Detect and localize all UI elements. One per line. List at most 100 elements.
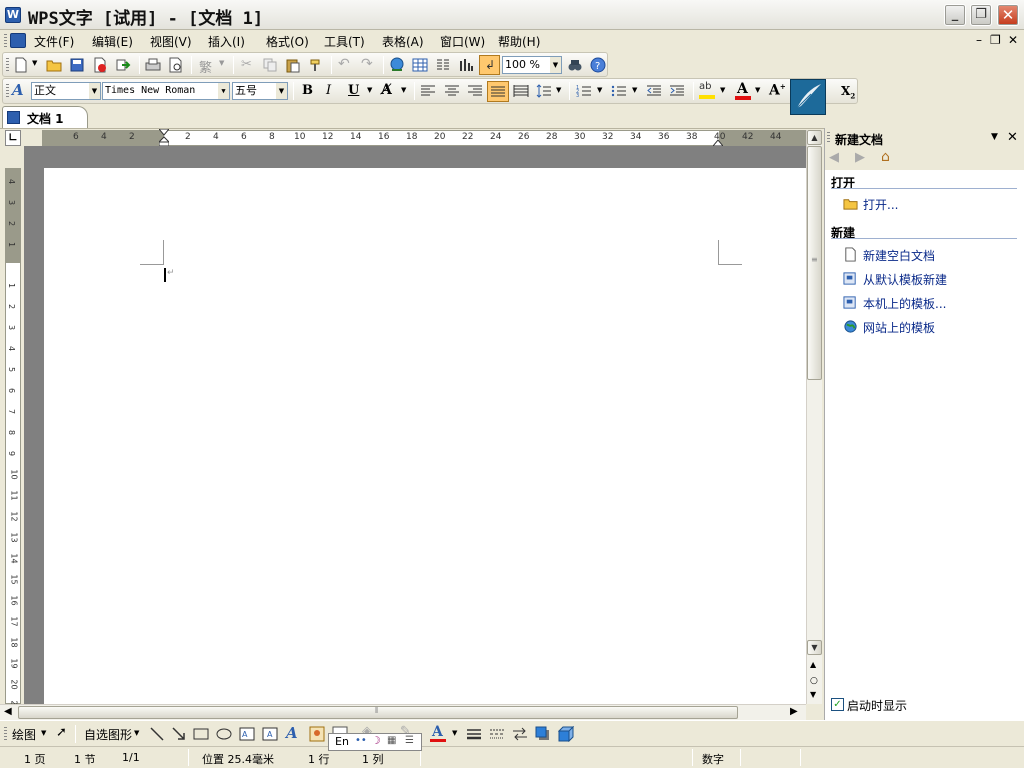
- chevron-down-icon[interactable]: ▼: [32, 59, 37, 67]
- menu-window[interactable]: 窗口(W): [440, 33, 485, 50]
- increase-indent-icon[interactable]: [669, 83, 685, 99]
- scroll-thumb[interactable]: ⦀: [18, 706, 738, 719]
- close-document-icon[interactable]: [92, 57, 108, 73]
- menu-table[interactable]: 表格(A): [382, 33, 424, 50]
- draw-menu-button[interactable]: 绘图: [12, 726, 36, 743]
- arrow-icon[interactable]: [171, 726, 187, 742]
- highlight-icon[interactable]: ab: [699, 81, 715, 100]
- format-painter-icon[interactable]: [308, 57, 324, 73]
- chevron-down-icon[interactable]: ▼: [597, 86, 602, 94]
- chevron-down-icon[interactable]: ▼: [556, 86, 561, 94]
- oval-icon[interactable]: [216, 726, 232, 742]
- open-folder-icon[interactable]: [46, 57, 62, 73]
- menu-format[interactable]: 格式(O): [266, 33, 309, 50]
- styles-icon[interactable]: A: [12, 81, 24, 99]
- chevron-down-icon[interactable]: ▼: [401, 86, 406, 94]
- back-icon[interactable]: ◀: [829, 150, 839, 165]
- scroll-thumb[interactable]: ≡: [807, 146, 822, 380]
- toolbar-grip[interactable]: [4, 727, 7, 741]
- ime-keyboard-icon[interactable]: ▦: [387, 735, 396, 746]
- text-box-icon[interactable]: A: [239, 726, 255, 742]
- font-size-dropdown[interactable]: 五号 ▼: [232, 82, 288, 100]
- vertical-text-box-icon[interactable]: A: [262, 726, 278, 742]
- home-icon[interactable]: ⌂: [881, 149, 890, 165]
- chevron-down-icon[interactable]: ▼: [41, 729, 46, 737]
- traditional-chinese-icon[interactable]: 繁: [199, 57, 212, 76]
- feather-logo-icon[interactable]: [790, 79, 826, 115]
- scroll-left-icon[interactable]: ◀: [4, 706, 12, 717]
- undo-icon[interactable]: ↶: [338, 56, 350, 72]
- autoshapes-button[interactable]: 自选图形: [84, 726, 132, 743]
- menu-help[interactable]: 帮助(H): [498, 33, 540, 50]
- font-color-icon[interactable]: A: [735, 81, 751, 101]
- menu-view[interactable]: 视图(V): [150, 33, 192, 50]
- bullets-icon[interactable]: [611, 83, 627, 99]
- menu-tools[interactable]: 工具(T): [324, 33, 365, 50]
- line-spacing-icon[interactable]: [536, 83, 552, 99]
- task-pane-menu-icon[interactable]: ▼: [991, 132, 998, 142]
- document-page[interactable]: ↵: [44, 168, 806, 704]
- shadow-icon[interactable]: [535, 726, 551, 742]
- close-button[interactable]: ✕: [997, 4, 1019, 26]
- toolbar-grip[interactable]: [6, 84, 9, 98]
- grow-font-icon[interactable]: A+: [769, 82, 786, 99]
- chevron-down-icon[interactable]: ▼: [218, 83, 229, 99]
- rectangle-icon[interactable]: [193, 726, 209, 742]
- dash-style-icon[interactable]: [489, 726, 505, 742]
- find-binoculars-icon[interactable]: [567, 57, 583, 73]
- ime-status-bar[interactable]: En •• ☽ ▦ ☰: [328, 733, 422, 751]
- subscript-icon[interactable]: X2: [841, 84, 855, 100]
- distributed-align-icon[interactable]: [513, 83, 529, 99]
- align-center-icon[interactable]: [444, 83, 460, 99]
- save-icon[interactable]: [69, 57, 85, 73]
- chevron-down-icon[interactable]: ▼: [755, 86, 760, 94]
- chevron-down-icon[interactable]: ▼: [452, 729, 457, 737]
- chevron-down-icon[interactable]: ▼: [276, 83, 287, 99]
- open-link[interactable]: 打开...: [863, 196, 898, 213]
- show-hide-marks-button[interactable]: ↲: [479, 55, 500, 75]
- task-pane-close-icon[interactable]: ✕: [1007, 130, 1018, 145]
- web-templates-link[interactable]: 网站上的模板: [863, 319, 935, 336]
- cut-icon[interactable]: ✂: [241, 57, 252, 72]
- redo-icon[interactable]: ↷: [361, 56, 373, 72]
- next-page-icon[interactable]: ▼: [810, 690, 816, 699]
- minimize-button[interactable]: _: [944, 4, 966, 26]
- clipart-icon[interactable]: [309, 726, 325, 742]
- scroll-right-icon[interactable]: ▶: [790, 706, 798, 717]
- doc-restore-icon[interactable]: ❐: [990, 33, 1001, 47]
- chevron-down-icon[interactable]: ▼: [89, 83, 100, 99]
- new-blank-document-link[interactable]: 新建空白文档: [863, 247, 935, 264]
- italic-icon[interactable]: I: [326, 83, 331, 98]
- hyperlink-icon[interactable]: [389, 57, 405, 73]
- menu-insert[interactable]: 插入(I): [208, 33, 245, 50]
- paste-icon[interactable]: [285, 57, 301, 73]
- font-dropdown[interactable]: Times New Roman ▼: [102, 82, 230, 100]
- style-dropdown[interactable]: 正文 ▼: [31, 82, 101, 100]
- ime-menu-icon[interactable]: ☰: [405, 735, 414, 746]
- 3d-icon[interactable]: [558, 726, 574, 742]
- horizontal-scrollbar[interactable]: ◀ ⦀ ▶: [0, 704, 806, 720]
- vertical-scrollbar[interactable]: ▲ ≡ ▼ ▲ ○ ▼: [806, 130, 822, 704]
- wps-writer-icon[interactable]: W: [5, 7, 21, 23]
- tab-stop-selector[interactable]: ∟: [5, 130, 21, 146]
- zoom-dropdown[interactable]: 100 % ▼: [502, 56, 562, 74]
- decrease-indent-icon[interactable]: [646, 83, 662, 99]
- doc-close-icon[interactable]: ✕: [1008, 33, 1018, 47]
- numbering-icon[interactable]: 123: [576, 83, 592, 99]
- toolbar-grip[interactable]: [827, 132, 830, 144]
- forward-icon[interactable]: ▶: [855, 150, 865, 165]
- font-color-icon[interactable]: A: [430, 724, 446, 744]
- chevron-down-icon[interactable]: ▼: [550, 57, 561, 73]
- restore-button[interactable]: ❐: [970, 4, 992, 26]
- columns-icon[interactable]: [435, 57, 451, 73]
- previous-page-icon[interactable]: ▲: [810, 660, 816, 669]
- document-tab[interactable]: 文档 1: [2, 106, 88, 128]
- ime-moon-icon[interactable]: ☽: [371, 734, 381, 747]
- justify-button[interactable]: [487, 81, 509, 102]
- ime-punct-icon[interactable]: ••: [355, 735, 367, 746]
- scroll-up-icon[interactable]: ▲: [807, 130, 822, 145]
- align-left-icon[interactable]: [420, 83, 436, 99]
- underline-icon[interactable]: U: [348, 83, 359, 98]
- chevron-down-icon[interactable]: ▼: [720, 86, 725, 94]
- help-icon[interactable]: ?: [590, 57, 606, 73]
